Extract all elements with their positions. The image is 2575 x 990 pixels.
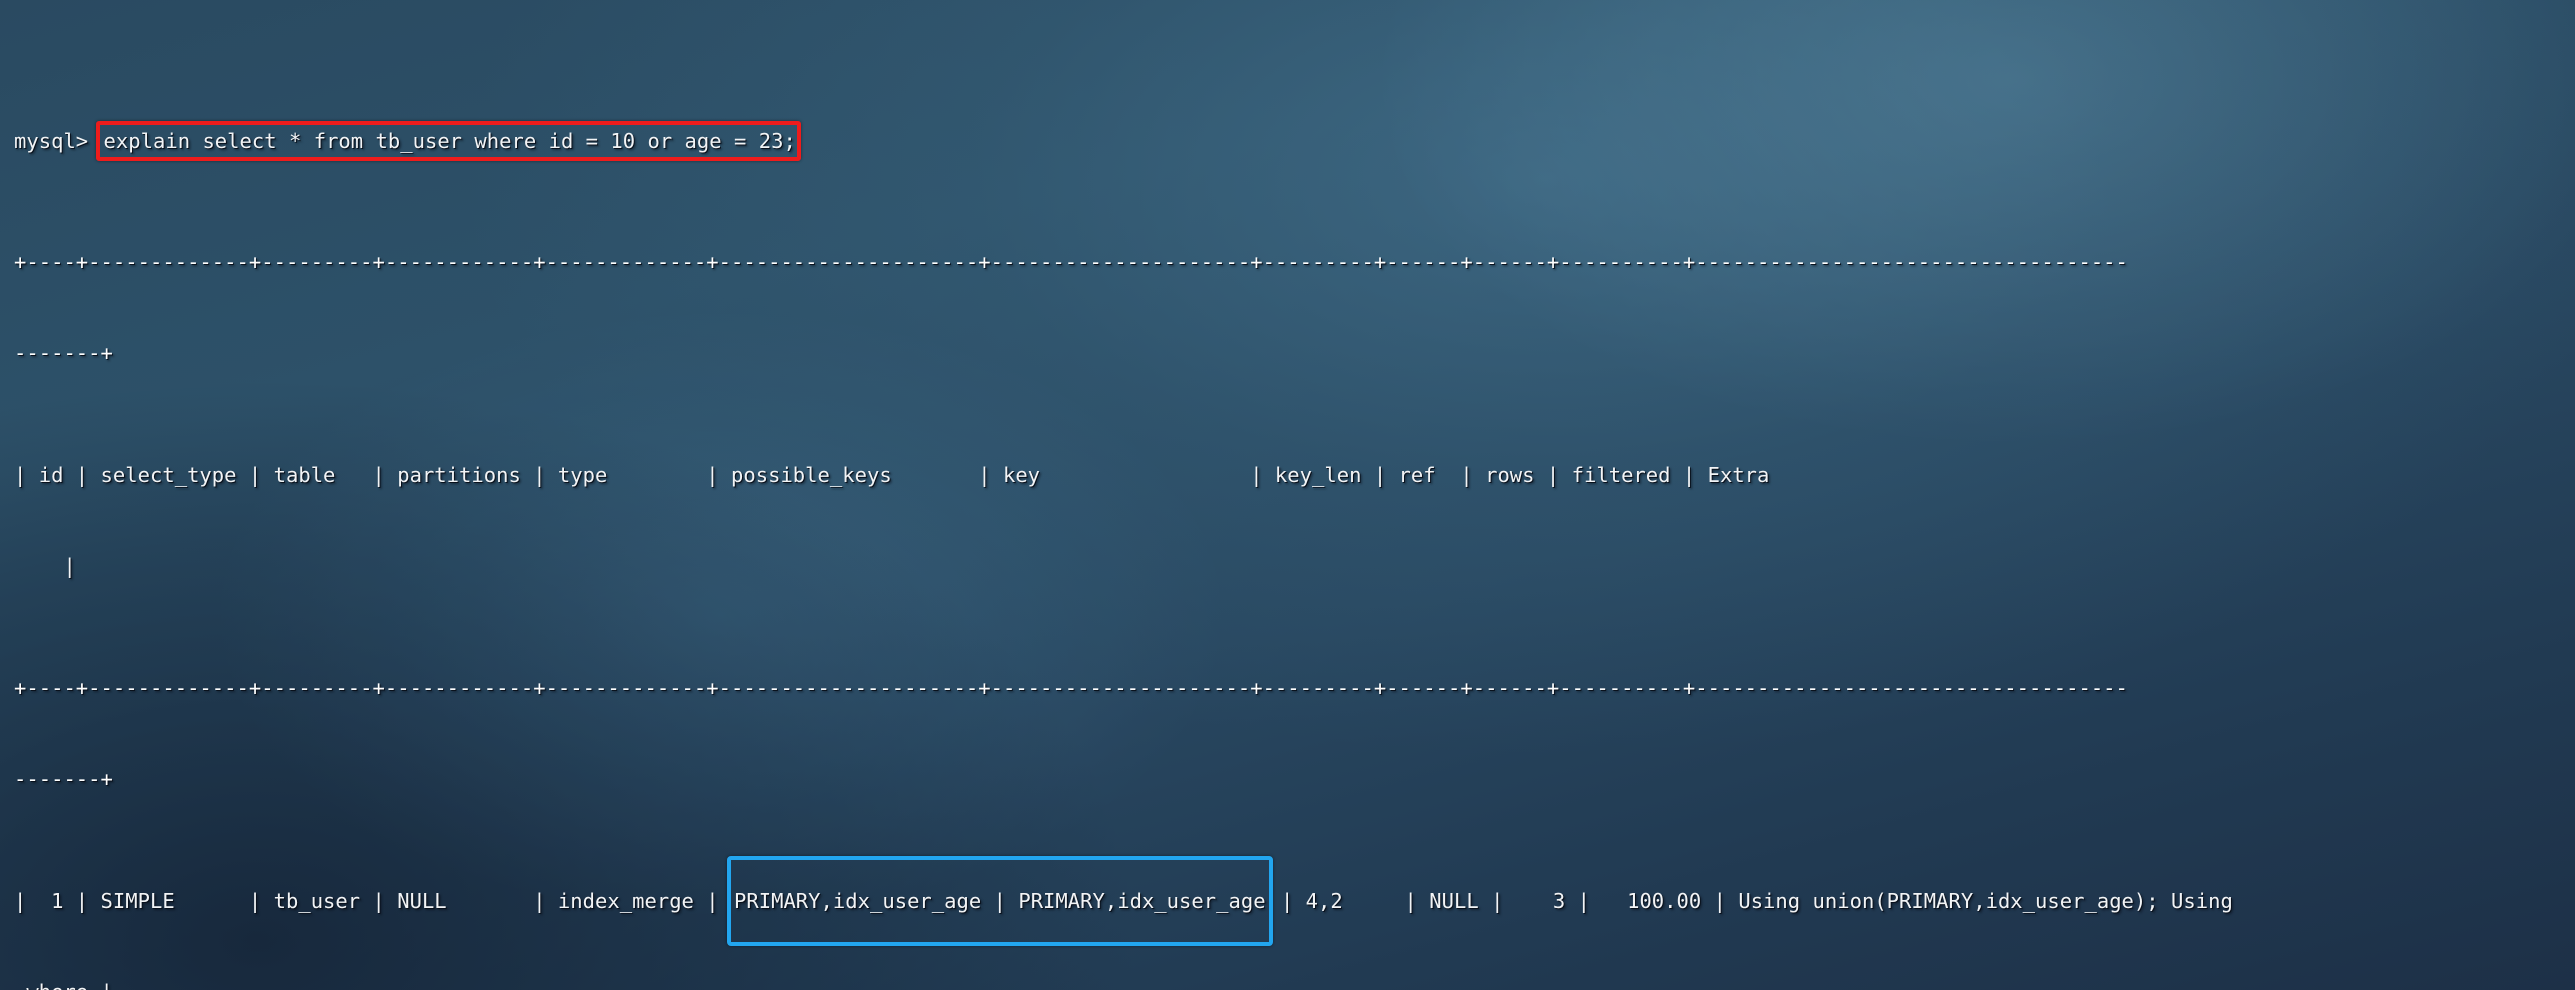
highlight-box-query-1: explain select * from tb_user where id =…	[95, 120, 801, 162]
row-1-suffix: | 4,2 | NULL | 3 | 100.00 | Using union(…	[1268, 888, 2233, 913]
row-1-keys: PRIMARY,idx_user_age | PRIMARY,idx_user_…	[734, 888, 1266, 913]
highlight-box-keys-1: PRIMARY,idx_user_age | PRIMARY,idx_user_…	[727, 855, 1273, 947]
separator-top-1a: +----+-------------+---------+----------…	[14, 250, 2128, 275]
separator-top-1b: -------+	[14, 341, 113, 366]
table-row-1: | 1 | SIMPLE | tb_user | NULL | index_me…	[14, 855, 2575, 947]
command-text-1: explain select * from tb_user where id =…	[103, 128, 796, 153]
table-header-1b: |	[14, 554, 76, 579]
table-header-1a: | id | select_type | table | partitions …	[14, 463, 1770, 488]
terminal-window: mysql> explain select * from tb_user whe…	[0, 0, 2575, 990]
prompt-1: mysql>	[14, 128, 101, 153]
separator-mid-1b: -------+	[14, 767, 113, 792]
terminal-output[interactable]: mysql> explain select * from tb_user whe…	[0, 0, 2575, 990]
table-row-1-wrap: where |	[14, 977, 2575, 990]
row-1-prefix: | 1 | SIMPLE | tb_user | NULL | index_me…	[14, 888, 731, 913]
separator-mid-1a: +----+-------------+---------+----------…	[14, 675, 2128, 700]
command-line-1: mysql> explain select * from tb_user whe…	[14, 120, 2575, 162]
